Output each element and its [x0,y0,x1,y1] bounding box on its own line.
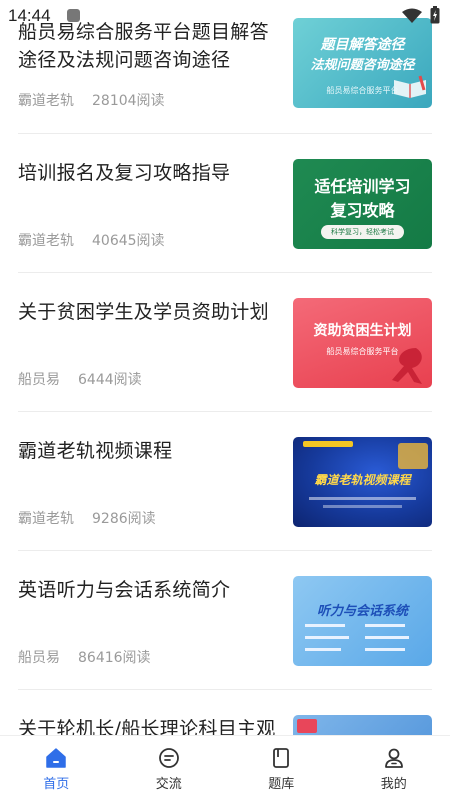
thumb-line-decor [365,624,405,627]
article-author: 船员易 [18,372,60,388]
tab-label: 首页 [43,777,70,792]
thumb-line1: 听力与会话系统 [316,604,408,619]
article-thumbnail[interactable]: 听力与会话系统 [293,576,432,666]
article-title[interactable]: 关于贫困学生及学员资助计划 [18,298,280,326]
thumb-badge [297,719,317,733]
article-views: 6444阅读 [78,372,142,388]
thumb-caption: 船员易综合服务平台 [326,86,399,95]
status-bar: 14:44 [0,0,450,32]
notification-icon [67,9,80,22]
article-title[interactable]: 关于轮机长/船长理论科目主观 [18,715,283,735]
article-author: 霸道老轨 [18,93,74,109]
wifi-icon [402,8,422,23]
thumb-line1: 题目解答途径 [320,37,405,53]
chat-icon [158,748,179,768]
article-item[interactable]: 英语听力与会话系统简介 船员易 86416阅读 听力与会话系统 [0,556,450,695]
article-title[interactable]: 英语听力与会话系统简介 [18,576,280,604]
article-author: 霸道老轨 [18,233,74,249]
thumb-line-decor [309,497,416,500]
thumb-line-decor [323,505,402,508]
article-views: 9286阅读 [92,511,156,527]
article-title[interactable]: 培训报名及复习攻略指导 [18,159,280,187]
divider [18,133,432,134]
article-author: 霸道老轨 [18,511,74,527]
tab-label: 交流 [155,777,182,792]
thumb-line2: 法规问题咨询途径 [310,58,415,73]
thumb-line-decor [365,648,405,651]
article-title[interactable]: 霸道老轨视频课程 [18,437,280,465]
article-item[interactable]: 培训报名及复习攻略指导 霸道老轨 40645阅读 适任培训学习 复习攻略 科学复习… [0,139,450,278]
article-thumbnail[interactable]: 资助贫困生计划 船员易综合服务平台 [293,298,432,388]
thumb-line1: 适任培训学习 [314,177,411,196]
article-item[interactable]: 霸道老轨视频课程 霸道老轨 9286阅读 霸道老轨视频课程 [0,417,450,556]
thumb-caption: 船员易综合服务平台 [326,347,399,356]
battery-icon [430,6,440,24]
tab-home[interactable]: 首页 [0,736,113,800]
article-views: 86416阅读 [78,650,151,666]
article-thumbnail[interactable]: 霸道老轨视频课程 [293,437,432,527]
status-time: 14:44 [8,6,51,25]
tab-profile[interactable]: 我的 [338,736,450,800]
tab-label: 题库 [268,777,295,792]
book-icon [273,748,290,768]
article-meta: 霸道老轨 40645阅读 [18,230,165,250]
article-thumbnail[interactable] [293,715,432,735]
article-meta: 船员易 86416阅读 [18,647,151,667]
tab-question-bank[interactable]: 题库 [225,736,338,800]
thumb-line2: 复习攻略 [330,201,395,220]
thumb-line-decor [305,648,341,651]
thumb-line1: 霸道老轨视频课程 [314,473,411,487]
thumb-badge [398,443,428,469]
divider [18,550,432,551]
bottom-tab-bar: 首页 交流 题库 我的 [0,735,450,800]
article-views: 28104阅读 [92,93,165,109]
tab-label: 我的 [380,777,407,792]
article-author: 船员易 [18,650,60,666]
article-item[interactable]: 关于轮机长/船长理论科目主观 [0,695,450,735]
article-feed[interactable]: 船员易综合服务平台题目解答途径及法规问题咨询途径 霸道老轨 28104阅读 题目解… [0,0,450,735]
tab-chat[interactable]: 交流 [113,736,226,800]
divider [18,689,432,690]
thumb-line-decor [305,624,345,627]
thumb-caption: 科学复习，轻松考试 [331,228,394,236]
thumb-line-decor [305,636,349,639]
article-item[interactable]: 关于贫困学生及学员资助计划 船员易 6444阅读 资助贫困生计划 船员易综合服务平… [0,278,450,417]
thumb-line1: 资助贫困生计划 [313,323,412,339]
divider [18,272,432,273]
home-icon [46,748,66,768]
thumb-banner [303,441,353,447]
user-icon [384,748,403,768]
article-thumbnail[interactable]: 适任培训学习 复习攻略 科学复习，轻松考试 [293,159,432,249]
article-meta: 船员易 6444阅读 [18,369,142,389]
article-meta: 霸道老轨 28104阅读 [18,90,165,110]
article-views: 40645阅读 [92,233,165,249]
thumb-line-decor [365,636,409,639]
divider [18,411,432,412]
article-meta: 霸道老轨 9286阅读 [18,508,156,528]
